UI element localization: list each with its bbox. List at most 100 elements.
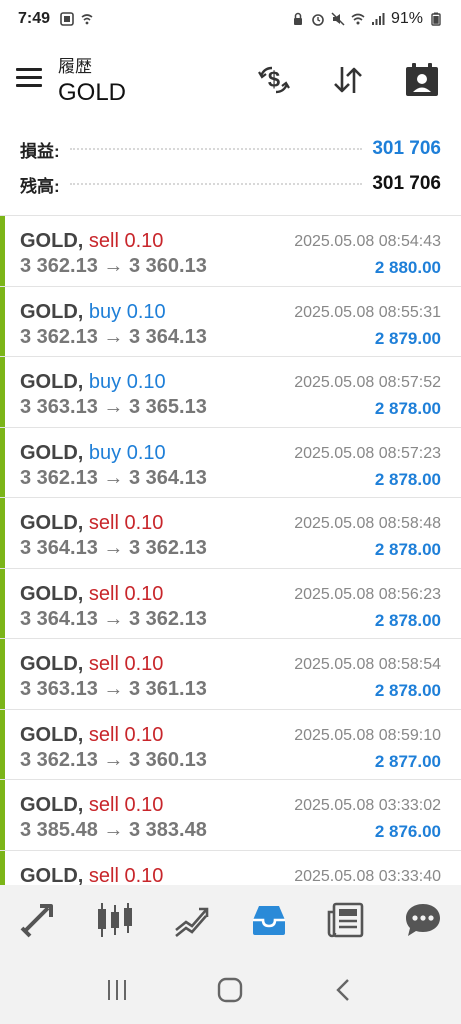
trade-symbol: GOLD,: [20, 723, 84, 746]
balance-value: 301 706: [372, 173, 441, 194]
trade-volume: 0.10: [126, 371, 166, 393]
trade-profit: 2 878.00: [374, 610, 441, 630]
profit-value: 301 706: [372, 138, 441, 159]
calendar-user-icon: [406, 63, 438, 96]
trade-row[interactable]: GOLD, buy 0.10 3 362.13 → 3 364.13 2025.05…: [0, 286, 461, 357]
trade-row[interactable]: GOLD, sell 0.10 3 363.13 → 3 361.13 2025.0…: [0, 639, 461, 710]
menu-icon-line: [16, 76, 42, 79]
trade-row[interactable]: GOLD, sell 0.10 3 362.13 → 3 360.13 2025.0…: [0, 709, 461, 780]
trade-row[interactable]: GOLD, sell 0.10 3 385.48 → 3 383.48 2025.0…: [0, 780, 461, 851]
trade-profit: 2 879.00: [374, 328, 441, 348]
status-right-icons: 91%: [291, 10, 443, 28]
trade-volume: 0.10: [126, 300, 166, 323]
trade-title: GOLD, sell 0.10: [20, 512, 163, 535]
trade-volume: 0.10: [124, 794, 164, 816]
wifi-call-icon: [81, 14, 93, 25]
currency-exchange-button[interactable]: $: [254, 60, 294, 100]
trade-symbol: GOLD,: [20, 794, 84, 816]
profit-label: 損益:: [20, 141, 60, 161]
signal-icon: [371, 13, 385, 25]
screenshot-icon: [60, 12, 74, 26]
home-button[interactable]: [210, 970, 250, 1010]
status-bar: 7:49 91%: [0, 0, 461, 38]
row-status-bar: [0, 709, 5, 779]
trade-volume: 0.10: [124, 653, 164, 675]
trade-symbol: GOLD,: [20, 864, 84, 886]
app-header: 履歴 GOLD $: [0, 38, 461, 130]
trade-side: buy: [88, 441, 122, 464]
row-status-bar: [0, 639, 5, 709]
trade-title: GOLD, sell 0.10: [20, 794, 163, 817]
trade-prices: 3 385.48 → 3 383.48: [20, 819, 207, 841]
messages-icon: [405, 904, 440, 936]
nav-messages[interactable]: [399, 896, 447, 944]
page-title: GOLD: [58, 79, 127, 106]
row-status-bar: [0, 498, 5, 568]
trade-symbol: GOLD,: [20, 230, 84, 252]
row-status-bar: [0, 357, 5, 427]
trade-profit: 2 878.00: [374, 399, 441, 418]
trade-row[interactable]: GOLD, sell 0.10 3 362.13 → 3 360.13 2025.0…: [0, 216, 461, 287]
bottom-navigation: [0, 885, 461, 955]
menu-button[interactable]: [16, 68, 42, 88]
sort-icon: [334, 67, 362, 93]
trade-time: 2025.05.08 08:57:23: [294, 444, 441, 462]
nav-trade[interactable]: [168, 896, 216, 944]
battery-percent: 91%: [390, 10, 423, 27]
lock-icon: [293, 12, 302, 25]
system-navigation-bar: [0, 955, 461, 1024]
nav-quotes[interactable]: [14, 896, 62, 944]
trade-time: 2025.05.08 03:33:40: [294, 867, 441, 885]
profit-row: 損益: 301 706: [20, 135, 441, 163]
recent-apps-button[interactable]: [97, 970, 137, 1010]
dotted-leader: [69, 183, 363, 185]
page-subtitle: 履歴: [58, 57, 92, 76]
row-status-bar: [0, 780, 5, 850]
trade-row[interactable]: GOLD, buy 0.10 3 363.13 → 3 365.13 2025.05…: [0, 357, 461, 428]
trade-row[interactable]: GOLD, sell 0.10 2025.05.08 03:33:40: [0, 850, 461, 886]
trade-prices: 3 363.13 → 3 361.13: [20, 678, 207, 700]
trade-prices: 3 362.13 → 3 364.13: [20, 325, 207, 348]
trade-title: GOLD, sell 0.10: [20, 653, 163, 676]
nav-history[interactable]: [245, 896, 293, 944]
row-status-bar: [0, 850, 5, 885]
status-left-icons: [60, 12, 94, 26]
menu-icon-line: [16, 68, 42, 71]
trade-side: buy: [88, 371, 122, 393]
news-icon: [327, 902, 364, 938]
trade-icon: [175, 907, 209, 938]
trade-side: buy: [88, 300, 122, 323]
trade-symbol: GOLD,: [20, 512, 84, 534]
trade-time: 2025.05.08 08:59:10: [294, 726, 441, 744]
trade-title: GOLD, buy 0.10: [20, 442, 166, 465]
row-status-bar: [0, 568, 5, 638]
trade-time: 2025.05.08 08:57:52: [294, 374, 441, 391]
sort-button[interactable]: [328, 60, 368, 100]
trade-symbol: GOLD,: [20, 300, 84, 323]
trade-title: GOLD, sell 0.10: [20, 724, 163, 747]
trade-title: GOLD, sell 0.10: [20, 230, 163, 253]
svg-text:$: $: [268, 67, 280, 92]
trade-row[interactable]: GOLD, sell 0.10 3 364.13 → 3 362.13 2025.0…: [0, 498, 461, 569]
trade-history-list[interactable]: GOLD, sell 0.10 3 362.13 → 3 360.13 2025.0…: [0, 215, 461, 885]
chart-icon: [98, 903, 133, 937]
nav-chart[interactable]: [91, 896, 139, 944]
trade-time: 2025.05.08 08:58:48: [294, 515, 441, 532]
period-button[interactable]: [402, 60, 442, 100]
battery-icon: [431, 12, 441, 26]
trade-symbol: GOLD,: [20, 441, 84, 464]
nav-news[interactable]: [322, 896, 370, 944]
status-time: 7:49: [18, 10, 51, 27]
trade-side: sell: [88, 864, 119, 886]
summary-panel: 損益: 301 706 残高: 301 706: [0, 132, 461, 214]
trade-profit: 2 880.00: [374, 258, 441, 277]
trade-row[interactable]: GOLD, sell 0.10 3 364.13 → 3 362.13 2025.0…: [0, 568, 461, 639]
trade-volume: 0.10: [124, 723, 164, 746]
back-button[interactable]: [324, 970, 364, 1010]
balance-label: 残高:: [20, 176, 60, 196]
row-status-bar: [0, 216, 5, 286]
trade-side: sell: [88, 512, 119, 534]
trade-side: sell: [88, 653, 119, 675]
trade-profit: 2 876.00: [374, 822, 441, 841]
trade-row[interactable]: GOLD, buy 0.10 3 362.13 → 3 364.13 2025.05…: [0, 427, 461, 498]
